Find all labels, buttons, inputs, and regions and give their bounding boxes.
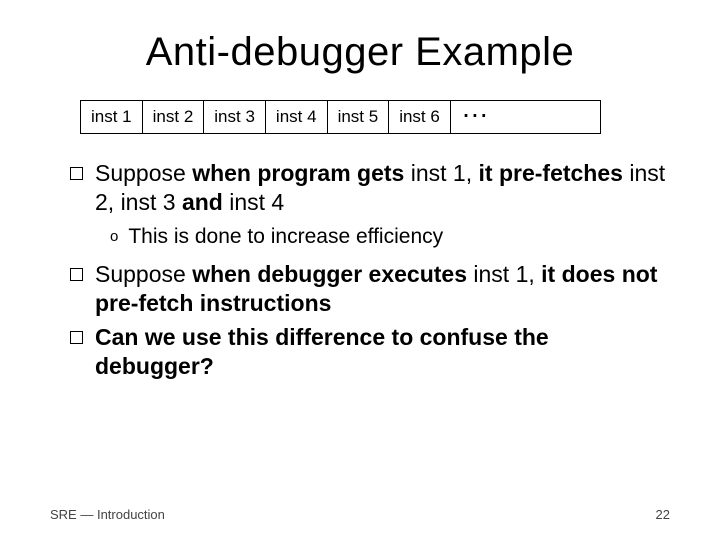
square-bullet-icon bbox=[70, 167, 83, 180]
inst-cell: inst 6 bbox=[389, 101, 450, 133]
sub-bullet-text: This is done to increase efficiency bbox=[128, 223, 443, 250]
t: Introduction bbox=[93, 507, 165, 522]
bullet-text: Suppose when debugger executes inst 1, i… bbox=[95, 260, 670, 318]
bullet-1: Suppose when program gets inst 1, it pre… bbox=[70, 159, 670, 217]
inst-cell: inst 4 bbox=[266, 101, 328, 133]
slide: Anti-debugger Example inst 1 inst 2 inst… bbox=[0, 0, 720, 540]
t: when debugger executes bbox=[192, 261, 467, 287]
slide-title: Anti-debugger Example bbox=[50, 30, 670, 75]
inst-cell: inst 2 bbox=[143, 101, 205, 133]
bullet-text: Can we use this difference to confuse th… bbox=[95, 323, 670, 381]
t: inst 1, bbox=[404, 160, 478, 186]
t: it does bbox=[541, 261, 622, 287]
instruction-box: inst 1 inst 2 inst 3 inst 4 inst 5 inst … bbox=[80, 100, 451, 134]
circle-bullet-icon: o bbox=[110, 228, 118, 245]
t: inst 1, bbox=[467, 261, 541, 287]
inst-cell: inst 3 bbox=[204, 101, 266, 133]
t: it pre-fetches bbox=[479, 160, 623, 186]
footer: SRE — Introduction 22 bbox=[50, 507, 670, 522]
t: inst 4 bbox=[223, 189, 284, 215]
instruction-ellipsis-box: … bbox=[451, 100, 601, 134]
ellipsis-icon: … bbox=[461, 103, 493, 113]
footer-left: SRE — Introduction bbox=[50, 507, 165, 522]
square-bullet-icon bbox=[70, 268, 83, 281]
inst-cell: inst 5 bbox=[328, 101, 390, 133]
instruction-row: inst 1 inst 2 inst 3 inst 4 inst 5 inst … bbox=[80, 100, 670, 134]
bullet-text: Suppose when program gets inst 1, it pre… bbox=[95, 159, 670, 217]
dash-icon: — bbox=[80, 507, 93, 522]
t: Suppose bbox=[95, 160, 192, 186]
square-bullet-icon bbox=[70, 331, 83, 344]
t: Suppose bbox=[95, 261, 192, 287]
t: not bbox=[622, 261, 658, 287]
t: and bbox=[182, 189, 223, 215]
t: pre-fetch instructions bbox=[95, 290, 331, 316]
t: SRE bbox=[50, 507, 80, 522]
inst-cell: inst 1 bbox=[81, 101, 143, 133]
t: when program gets bbox=[192, 160, 404, 186]
bullets: Suppose when program gets inst 1, it pre… bbox=[70, 159, 670, 381]
bullet-3: Can we use this difference to confuse th… bbox=[70, 323, 670, 381]
bullet-2: Suppose when debugger executes inst 1, i… bbox=[70, 260, 670, 318]
page-number: 22 bbox=[656, 507, 670, 522]
sub-bullet-1: o This is done to increase efficiency bbox=[110, 223, 670, 250]
